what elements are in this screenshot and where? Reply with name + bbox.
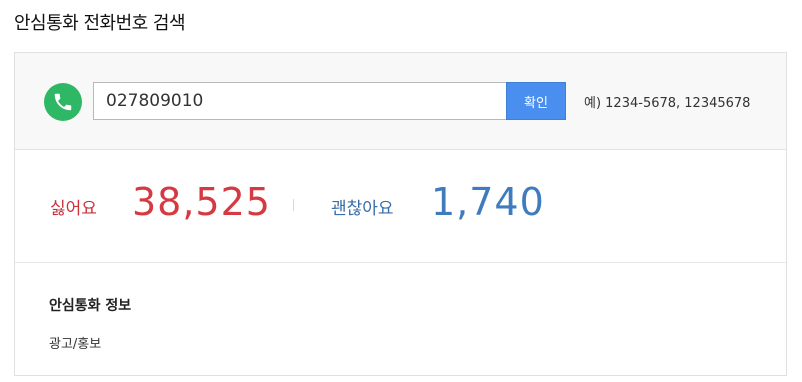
input-example-hint: 예) 1234-5678, 12345678 <box>584 96 751 111</box>
like-label: 괜찮아요 <box>331 199 394 219</box>
rating-stats: 싫어요 38,525 괜찮아요 1,740 <box>15 150 786 263</box>
search-panel: 확인 예) 1234-5678, 12345678 싫어요 38,525 괜찮아… <box>14 52 787 376</box>
page-title: 안심통화 전화번호 검색 <box>14 13 186 34</box>
stats-divider <box>293 199 294 211</box>
phone-number-input[interactable] <box>93 82 508 120</box>
phone-icon <box>44 83 82 121</box>
like-count: 1,740 <box>431 180 545 224</box>
info-title: 안심통화 정보 <box>49 298 132 314</box>
dislike-count: 38,525 <box>132 180 271 224</box>
confirm-button[interactable]: 확인 <box>506 82 566 120</box>
info-category: 광고/홍보 <box>49 337 102 352</box>
info-section: 안심통화 정보 광고/홍보 <box>15 263 786 375</box>
dislike-label: 싫어요 <box>50 199 97 219</box>
search-row: 확인 예) 1234-5678, 12345678 <box>15 53 786 150</box>
